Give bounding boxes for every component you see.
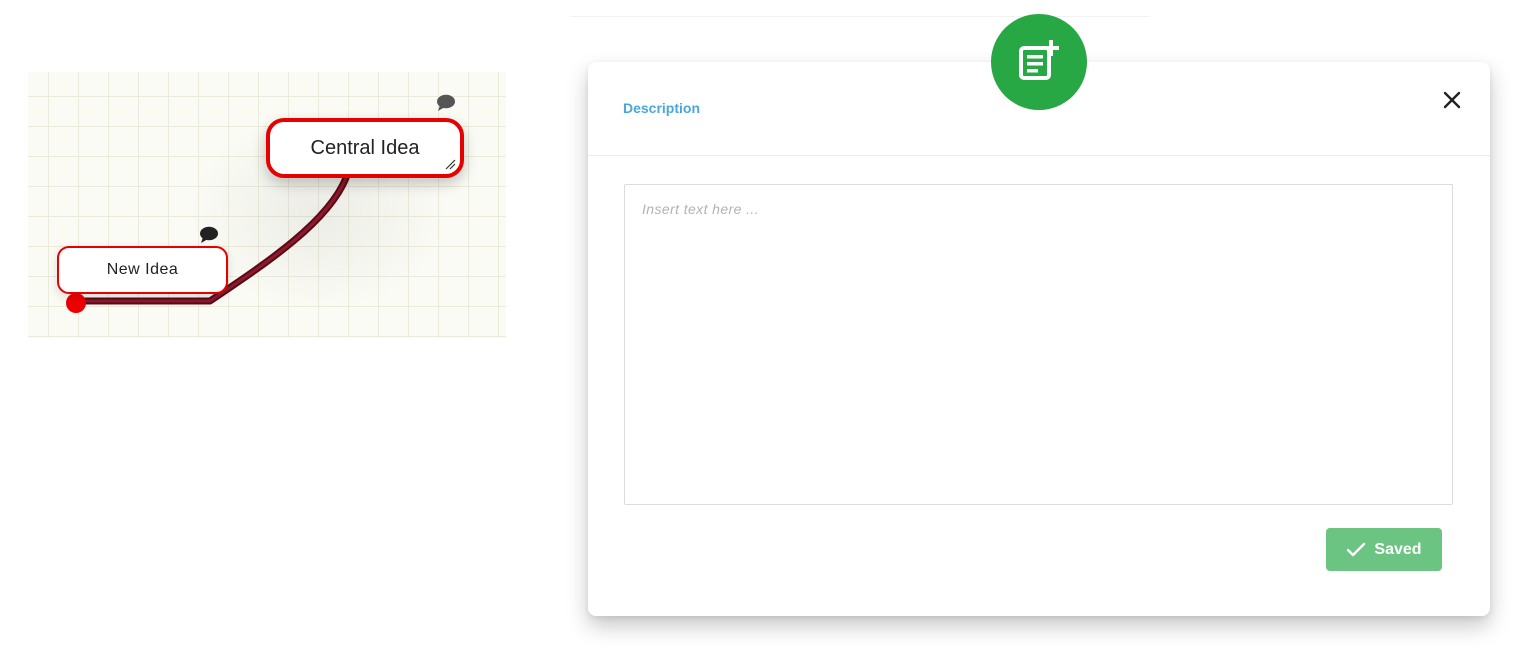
description-textarea[interactable] <box>624 184 1453 505</box>
child-node[interactable]: New Idea <box>57 246 228 294</box>
app-stage: New Idea Central Idea Description Insert… <box>0 0 1526 654</box>
mindmap-canvas[interactable]: New Idea Central Idea <box>28 72 506 338</box>
note-badge <box>991 14 1087 110</box>
comment-icon[interactable] <box>199 226 219 244</box>
check-icon <box>1347 542 1366 556</box>
resize-grip-icon[interactable] <box>444 158 456 170</box>
saved-button[interactable]: Saved <box>1326 528 1442 571</box>
saved-button-label: Saved <box>1374 540 1422 558</box>
modal-title: Description <box>623 100 701 116</box>
close-icon <box>1443 91 1461 109</box>
connector-handle[interactable] <box>66 293 86 313</box>
description-modal: Description Saved <box>588 62 1490 616</box>
central-node[interactable]: Central Idea <box>266 118 464 178</box>
note-add-icon <box>1019 40 1059 80</box>
node-connector <box>72 174 350 305</box>
central-node-label: Central Idea <box>310 136 420 159</box>
child-node-label: New Idea <box>106 261 179 278</box>
comment-icon[interactable] <box>436 94 456 112</box>
close-button[interactable] <box>1438 86 1466 114</box>
divider <box>570 16 1150 17</box>
